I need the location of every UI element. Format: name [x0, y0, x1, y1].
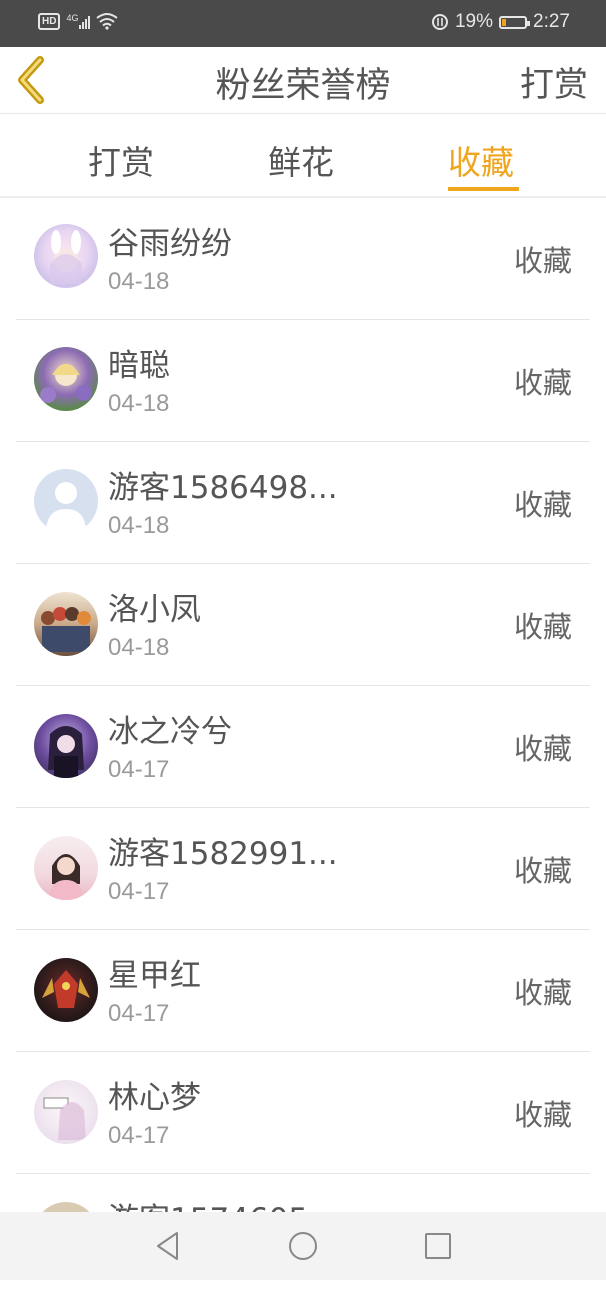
- list-item[interactable]: 林心梦 04-17 收藏: [0, 1052, 606, 1174]
- user-name: 暗聪: [108, 348, 170, 384]
- tab-flowers[interactable]: 鲜花: [268, 136, 334, 184]
- dark-girl-avatar-icon: [34, 714, 98, 778]
- tab-favorites[interactable]: 收藏: [448, 136, 514, 184]
- anime-sketch-avatar-icon: [34, 1080, 98, 1144]
- default-user-avatar-icon: [34, 469, 98, 533]
- list-item[interactable]: 谷雨纷纷 04-18 收藏: [0, 198, 606, 320]
- date: 04-18: [108, 390, 170, 417]
- hd-badge: HD: [38, 12, 61, 30]
- date: 04-18: [108, 512, 170, 539]
- list-item[interactable]: 冰之冷兮 04-17 收藏: [0, 686, 606, 808]
- status-bar: HD 4G 19% 2:27: [0, 0, 606, 47]
- list-item[interactable]: 暗聪 04-18 收藏: [0, 320, 606, 442]
- favorite-tag: 收藏: [513, 1098, 572, 1132]
- wifi-icon: [96, 13, 119, 30]
- list-item[interactable]: 游客1586498... 04-18 收藏: [0, 442, 606, 564]
- date: 04-18: [108, 634, 170, 661]
- favorite-tag: 收藏: [513, 366, 572, 400]
- active-tab-indicator: [448, 187, 519, 191]
- battery-percent: 19%: [454, 11, 494, 32]
- user-name: 游客1582991...: [108, 836, 338, 872]
- network-label: 4G: [66, 13, 79, 23]
- user-name: 冰之冷兮: [108, 714, 232, 750]
- favorite-tag: 收藏: [513, 854, 572, 888]
- date: 04-17: [108, 756, 170, 783]
- user-name: 游客1586498...: [108, 470, 338, 506]
- nav-recents-icon[interactable]: [420, 1228, 456, 1264]
- anime-girl-avatar-icon: [34, 224, 98, 288]
- data-saver-icon: [431, 14, 448, 30]
- tab-bar: 打赏 鲜花 收藏: [0, 114, 606, 198]
- status-right: 19% 2:27: [431, 11, 570, 33]
- battery-icon: [499, 15, 531, 29]
- robot-avatar-icon: [34, 958, 98, 1022]
- date: 04-18: [108, 268, 170, 295]
- tab-tip[interactable]: 打赏: [88, 136, 154, 184]
- status-left: HD 4G: [38, 12, 119, 30]
- system-nav-bar: [0, 1212, 606, 1280]
- tip-button[interactable]: 打赏: [520, 57, 588, 106]
- signal-icon: 4G: [66, 13, 91, 29]
- favorite-tag: 收藏: [513, 610, 572, 644]
- favorite-tag: 收藏: [513, 976, 572, 1010]
- group-characters-avatar-icon: [34, 592, 98, 656]
- list-item[interactable]: 游客1582991... 04-17 收藏: [0, 808, 606, 930]
- clock: 2:27: [533, 11, 570, 32]
- date: 04-17: [108, 878, 170, 905]
- nav-home-icon[interactable]: [285, 1228, 321, 1264]
- user-name: 星甲红: [108, 958, 201, 994]
- app-header: 粉丝荣誉榜 打赏: [0, 47, 606, 114]
- date: 04-17: [108, 1122, 170, 1149]
- anime-girl-flowers-avatar-icon: [34, 347, 98, 411]
- nav-back-icon[interactable]: [150, 1228, 186, 1264]
- date: 04-17: [108, 1000, 170, 1027]
- battery-fill: [502, 18, 507, 26]
- page-title: 粉丝荣誉榜: [215, 66, 391, 106]
- list-item[interactable]: 星甲红 04-17 收藏: [0, 930, 606, 1052]
- user-name: 洛小凤: [108, 592, 201, 628]
- photo-girl-avatar-icon: [34, 836, 98, 900]
- user-name: 林心梦: [108, 1080, 201, 1116]
- favorite-tag: 收藏: [513, 732, 572, 766]
- user-name: 谷雨纷纷: [108, 226, 232, 262]
- favorite-tag: 收藏: [513, 244, 572, 278]
- favorite-tag: 收藏: [513, 488, 572, 522]
- list-item[interactable]: 洛小凤 04-18 收藏: [0, 564, 606, 686]
